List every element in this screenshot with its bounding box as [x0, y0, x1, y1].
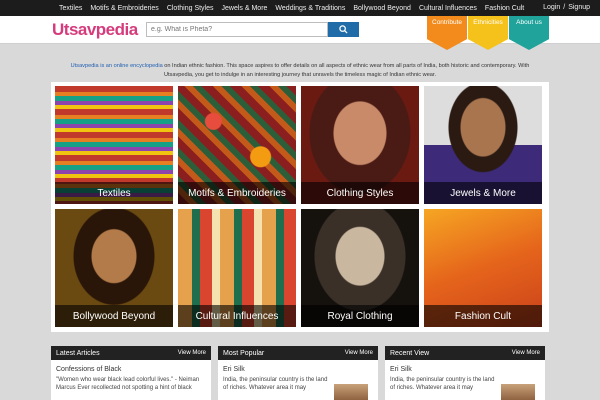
- view-more-link[interactable]: View More: [512, 350, 540, 356]
- tile-cultural-influences[interactable]: Cultural Influences: [178, 209, 296, 327]
- login-link[interactable]: Login: [543, 4, 560, 11]
- nav-item-cultural-influences[interactable]: Cultural Influences: [415, 5, 481, 12]
- tile-caption: Fashion Cult: [424, 305, 542, 327]
- nav-item-clothing-styles[interactable]: Clothing Styles: [163, 5, 218, 12]
- tile-caption: Clothing Styles: [301, 182, 419, 204]
- view-more-link[interactable]: View More: [178, 350, 206, 356]
- tile-caption: Jewels & More: [424, 182, 542, 204]
- article-snippet: "Women who wear black lead colorful live…: [56, 377, 200, 391]
- tile-caption: Motifs & Embroideries: [178, 182, 296, 204]
- panel-header: Recent View View More: [385, 346, 545, 360]
- tile-jewels-more[interactable]: Jewels & More: [424, 86, 542, 204]
- panel-title: Recent View: [390, 349, 430, 357]
- latest-articles-panel: Latest Articles View More Confessions of…: [51, 346, 211, 400]
- top-navigation-bar: Textiles Motifs & Embroideries Clothing …: [0, 0, 600, 16]
- category-menu: Textiles Motifs & Embroideries Clothing …: [55, 5, 528, 12]
- ethnicities-flag[interactable]: Ethnicities: [468, 16, 508, 50]
- tile-bollywood-beyond[interactable]: Bollywood Beyond: [55, 209, 173, 327]
- category-grid: Textiles Motifs & Embroideries Clothing …: [51, 82, 549, 332]
- article-thumbnail[interactable]: [334, 384, 368, 400]
- tile-textiles[interactable]: Textiles: [55, 86, 173, 204]
- nav-item-bollywood-beyond[interactable]: Bollywood Beyond: [349, 5, 415, 12]
- nav-item-weddings-traditions[interactable]: Weddings & Traditions: [271, 5, 349, 12]
- intro-body: on Indian ethnic fashion. This space asp…: [162, 63, 530, 78]
- tile-caption: Textiles: [55, 182, 173, 204]
- panel-header: Most Popular View More: [218, 346, 378, 360]
- intro-text: Utsavpedia is an online encyclopedia on …: [60, 62, 540, 80]
- auth-separator: /: [563, 4, 566, 11]
- nav-item-jewels-more[interactable]: Jewels & More: [218, 5, 272, 12]
- panel-title: Latest Articles: [56, 349, 100, 357]
- auth-links: Login / Signup: [543, 4, 590, 11]
- tile-clothing-styles[interactable]: Clothing Styles: [301, 86, 419, 204]
- search-button[interactable]: [328, 22, 359, 37]
- search-icon: [339, 25, 348, 34]
- tile-royal-clothing[interactable]: Royal Clothing: [301, 209, 419, 327]
- view-more-link[interactable]: View More: [345, 350, 373, 356]
- article-title-link[interactable]: Eri Silk: [385, 360, 545, 376]
- article-title-link[interactable]: Confessions of Black: [51, 360, 211, 376]
- tile-motifs-embroideries[interactable]: Motifs & Embroideries: [178, 86, 296, 204]
- recent-view-panel: Recent View View More Eri Silk India, th…: [385, 346, 545, 400]
- about-us-flag[interactable]: About us: [509, 16, 549, 50]
- article-title-link[interactable]: Eri Silk: [218, 360, 378, 376]
- tile-caption: Bollywood Beyond: [55, 305, 173, 327]
- encyclopedia-link[interactable]: Utsavpedia is an online encyclopedia: [71, 63, 163, 69]
- tile-caption: Cultural Influences: [178, 305, 296, 327]
- nav-item-fashion-cult[interactable]: Fashion Cult: [481, 5, 528, 12]
- panel-header: Latest Articles View More: [51, 346, 211, 360]
- tile-fashion-cult[interactable]: Fashion Cult: [424, 209, 542, 327]
- nav-item-motifs-embroideries[interactable]: Motifs & Embroideries: [86, 5, 162, 12]
- nav-item-textiles[interactable]: Textiles: [55, 5, 86, 12]
- article-thumbnail[interactable]: [501, 384, 535, 400]
- tile-caption: Royal Clothing: [301, 305, 419, 327]
- site-logo[interactable]: Utsavpedia: [52, 20, 138, 40]
- search-input[interactable]: [146, 22, 328, 37]
- contribute-flag[interactable]: Contribute: [427, 16, 467, 50]
- signup-link[interactable]: Signup: [568, 4, 590, 11]
- panel-title: Most Popular: [223, 349, 265, 357]
- most-popular-panel: Most Popular View More Eri Silk India, t…: [218, 346, 378, 400]
